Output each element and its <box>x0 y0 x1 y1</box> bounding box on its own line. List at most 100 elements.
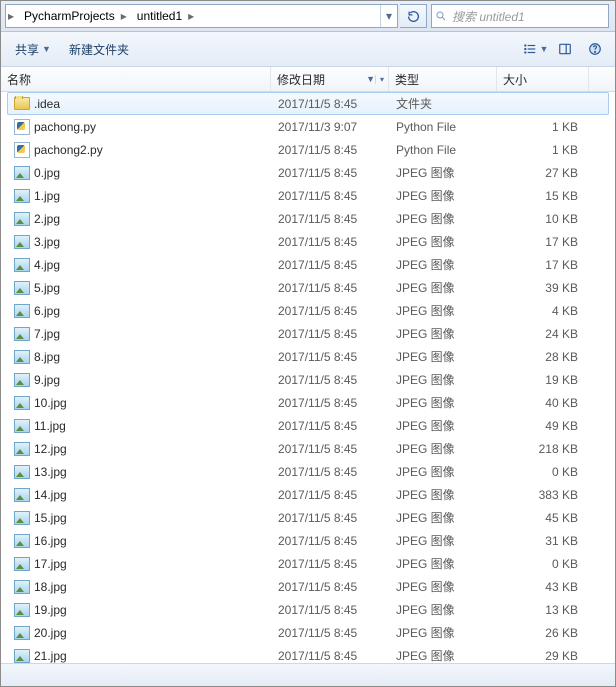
table-row[interactable]: 4.jpg2017/11/5 8:45JPEG 图像17 KB <box>7 253 609 276</box>
file-name: 3.jpg <box>34 235 60 249</box>
file-date-cell: 2017/11/5 8:45 <box>272 580 390 594</box>
breadcrumb-item[interactable]: untitled1 <box>131 5 186 27</box>
panel-icon <box>558 42 572 56</box>
preview-pane-button[interactable] <box>551 37 579 61</box>
search-placeholder: 搜索 untitled1 <box>450 8 608 25</box>
table-row[interactable]: 3.jpg2017/11/5 8:45JPEG 图像17 KB <box>7 230 609 253</box>
chevron-right-icon: ▸ <box>186 9 198 23</box>
file-date-cell: 2017/11/5 8:45 <box>272 396 390 410</box>
table-row[interactable]: 13.jpg2017/11/5 8:45JPEG 图像0 KB <box>7 460 609 483</box>
table-row[interactable]: 6.jpg2017/11/5 8:45JPEG 图像4 KB <box>7 299 609 322</box>
table-row[interactable]: pachong2.py2017/11/5 8:45Python File1 KB <box>7 138 609 161</box>
column-header-name[interactable]: 名称 <box>1 67 271 91</box>
file-name-cell: 4.jpg <box>8 257 272 273</box>
file-name-cell: 14.jpg <box>8 487 272 503</box>
breadcrumb-item[interactable]: PycharmProjects <box>18 5 119 27</box>
help-button[interactable] <box>581 37 609 61</box>
file-name-cell: 21.jpg <box>8 648 272 664</box>
file-size-cell: 1 KB <box>498 143 584 157</box>
file-date-cell: 2017/11/5 8:45 <box>272 488 390 502</box>
table-row[interactable]: 12.jpg2017/11/5 8:45JPEG 图像218 KB <box>7 437 609 460</box>
file-type-cell: JPEG 图像 <box>390 256 498 273</box>
table-row[interactable]: 21.jpg2017/11/5 8:45JPEG 图像29 KB <box>7 644 609 663</box>
table-row[interactable]: 14.jpg2017/11/5 8:45JPEG 图像383 KB <box>7 483 609 506</box>
search-input[interactable]: 搜索 untitled1 <box>431 4 609 28</box>
file-size-cell: 49 KB <box>498 419 584 433</box>
image-file-icon <box>14 395 30 411</box>
file-type-cell: JPEG 图像 <box>390 371 498 388</box>
table-row[interactable]: 1.jpg2017/11/5 8:45JPEG 图像15 KB <box>7 184 609 207</box>
image-file-icon <box>14 533 30 549</box>
file-date-cell: 2017/11/5 8:45 <box>272 350 390 364</box>
file-size-cell: 28 KB <box>498 350 584 364</box>
file-name-cell: 0.jpg <box>8 165 272 181</box>
file-name-cell: 17.jpg <box>8 556 272 572</box>
column-header-date[interactable]: 修改日期 ▼ ▾ <box>271 67 389 91</box>
table-row[interactable]: 11.jpg2017/11/5 8:45JPEG 图像49 KB <box>7 414 609 437</box>
file-name-cell: 9.jpg <box>8 372 272 388</box>
file-name-cell: pachong2.py <box>8 142 272 158</box>
file-name: 10.jpg <box>34 396 67 410</box>
table-row[interactable]: .idea2017/11/5 8:45文件夹 <box>7 92 609 115</box>
file-size-cell: 0 KB <box>498 465 584 479</box>
new-folder-button[interactable]: 新建文件夹 <box>61 37 137 62</box>
table-row[interactable]: 2.jpg2017/11/5 8:45JPEG 图像10 KB <box>7 207 609 230</box>
file-name: pachong2.py <box>34 143 103 157</box>
column-header-type[interactable]: 类型 <box>389 67 497 91</box>
file-date-cell: 2017/11/5 8:45 <box>272 442 390 456</box>
table-row[interactable]: pachong.py2017/11/3 9:07Python File1 KB <box>7 115 609 138</box>
file-type-cell: JPEG 图像 <box>390 233 498 250</box>
table-row[interactable]: 0.jpg2017/11/5 8:45JPEG 图像27 KB <box>7 161 609 184</box>
file-size-cell: 19 KB <box>498 373 584 387</box>
image-file-icon <box>14 556 30 572</box>
table-row[interactable]: 18.jpg2017/11/5 8:45JPEG 图像43 KB <box>7 575 609 598</box>
file-date-cell: 2017/11/5 8:45 <box>272 603 390 617</box>
file-name: 6.jpg <box>34 304 60 318</box>
help-icon <box>588 42 602 56</box>
column-header-size[interactable]: 大小 <box>497 67 589 91</box>
file-type-cell: JPEG 图像 <box>390 509 498 526</box>
share-button[interactable]: 共享 ▼ <box>7 37 59 62</box>
file-name: 19.jpg <box>34 603 67 617</box>
table-row[interactable]: 20.jpg2017/11/5 8:45JPEG 图像26 KB <box>7 621 609 644</box>
file-type-cell: JPEG 图像 <box>390 555 498 572</box>
search-icon <box>432 10 450 22</box>
file-date-cell: 2017/11/5 8:45 <box>272 465 390 479</box>
image-file-icon <box>14 487 30 503</box>
file-type-cell: JPEG 图像 <box>390 486 498 503</box>
image-file-icon <box>14 372 30 388</box>
file-name-cell: 13.jpg <box>8 464 272 480</box>
table-row[interactable]: 9.jpg2017/11/5 8:45JPEG 图像19 KB <box>7 368 609 391</box>
file-name: 18.jpg <box>34 580 67 594</box>
chevron-right-icon: ▸ <box>6 9 18 23</box>
file-size-cell: 1 KB <box>498 120 584 134</box>
refresh-button[interactable] <box>400 4 427 28</box>
file-list[interactable]: .idea2017/11/5 8:45文件夹pachong.py2017/11/… <box>1 92 615 663</box>
file-type-cell: JPEG 图像 <box>390 394 498 411</box>
table-row[interactable]: 8.jpg2017/11/5 8:45JPEG 图像28 KB <box>7 345 609 368</box>
table-row[interactable]: 16.jpg2017/11/5 8:45JPEG 图像31 KB <box>7 529 609 552</box>
table-row[interactable]: 19.jpg2017/11/5 8:45JPEG 图像13 KB <box>7 598 609 621</box>
breadcrumb[interactable]: ▸ PycharmProjects ▸ untitled1 ▸ ▾ <box>5 4 398 28</box>
file-name-cell: 7.jpg <box>8 326 272 342</box>
file-size-cell: 17 KB <box>498 235 584 249</box>
file-name: 4.jpg <box>34 258 60 272</box>
column-filter-dropdown[interactable]: ▾ <box>375 75 388 84</box>
table-row[interactable]: 15.jpg2017/11/5 8:45JPEG 图像45 KB <box>7 506 609 529</box>
table-row[interactable]: 17.jpg2017/11/5 8:45JPEG 图像0 KB <box>7 552 609 575</box>
file-name-cell: 5.jpg <box>8 280 272 296</box>
file-date-cell: 2017/11/5 8:45 <box>272 511 390 525</box>
address-dropdown-icon[interactable]: ▾ <box>380 5 397 27</box>
table-row[interactable]: 5.jpg2017/11/5 8:45JPEG 图像39 KB <box>7 276 609 299</box>
table-row[interactable]: 7.jpg2017/11/5 8:45JPEG 图像24 KB <box>7 322 609 345</box>
file-name: pachong.py <box>34 120 96 134</box>
image-file-icon <box>14 625 30 641</box>
file-type-cell: Python File <box>390 143 498 157</box>
view-options-button[interactable]: ▼ <box>521 37 549 61</box>
table-row[interactable]: 10.jpg2017/11/5 8:45JPEG 图像40 KB <box>7 391 609 414</box>
explorer-window: ▸ PycharmProjects ▸ untitled1 ▸ ▾ 搜索 unt… <box>0 0 616 687</box>
image-file-icon <box>14 441 30 457</box>
file-size-cell: 26 KB <box>498 626 584 640</box>
file-name-cell: 20.jpg <box>8 625 272 641</box>
file-name: 9.jpg <box>34 373 60 387</box>
